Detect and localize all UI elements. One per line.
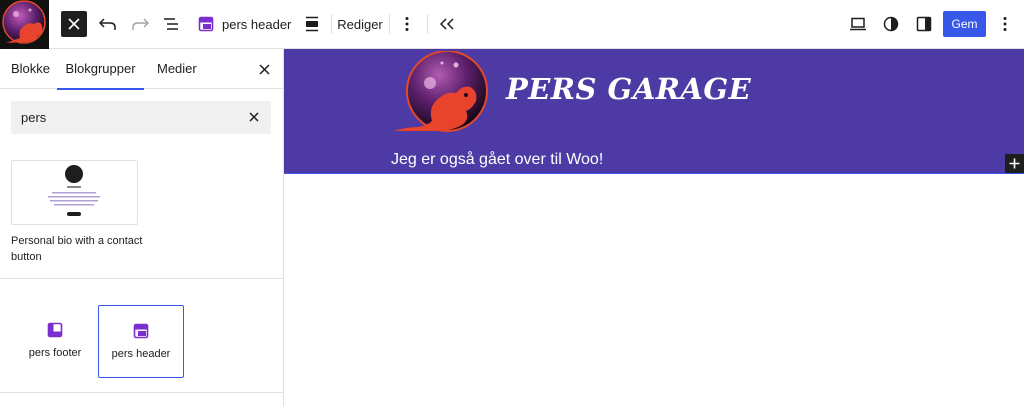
preview-button[interactable] (848, 10, 868, 38)
styles-icon (883, 16, 899, 32)
collapse-icon (440, 18, 454, 30)
header-template-part[interactable]: PERS GARAGE Jeg er også gået over til Wo… (284, 49, 1024, 174)
redo-button[interactable] (128, 10, 152, 38)
template-part-icon (198, 16, 214, 32)
settings-icon (916, 16, 932, 32)
document-title: pers header (222, 16, 292, 32)
search-input[interactable] (21, 101, 241, 134)
site-logo[interactable] (392, 51, 490, 135)
close-icon (68, 18, 80, 30)
block-align-button[interactable] (302, 10, 322, 38)
template-part-icon (47, 322, 63, 338)
template-part-pers-header[interactable]: pers header (98, 305, 184, 378)
settings-button[interactable] (914, 10, 934, 38)
site-title[interactable]: PERS GARAGE (506, 72, 751, 106)
list-view-button[interactable] (160, 10, 184, 38)
more-vertical-icon (1003, 17, 1007, 31)
block-options-button[interactable] (398, 10, 416, 38)
tab-patterns[interactable]: Blokgrupper (57, 49, 144, 90)
close-icon (258, 63, 270, 75)
styles-button[interactable] (882, 10, 900, 38)
redo-icon (132, 18, 149, 30)
section-divider (0, 278, 284, 279)
toolbar-divider (389, 14, 390, 34)
close-icon (249, 112, 259, 122)
block-inserter-panel: Blokke Blokgrupper Medier Personal bio w… (0, 49, 284, 406)
template-part-label: pers footer (28, 347, 82, 359)
list-view-icon (164, 18, 178, 30)
add-block-button[interactable] (1005, 154, 1024, 173)
clear-search-button[interactable] (247, 110, 261, 124)
plus-icon (1009, 158, 1020, 169)
editor-top-bar: pers header Rediger Gem (0, 0, 1024, 49)
pattern-preview[interactable] (11, 160, 138, 225)
edit-button[interactable]: Rediger (337, 10, 383, 38)
desktop-preview-icon (850, 17, 866, 31)
collapse-toolbar-button[interactable] (437, 10, 457, 38)
undo-icon (99, 18, 116, 30)
pattern-title: Personal bio with a contact button (11, 235, 143, 263)
pattern-thumbnail (48, 165, 100, 216)
save-button[interactable]: Gem (943, 11, 986, 37)
close-panel-button[interactable] (256, 61, 272, 77)
section-divider (0, 392, 284, 393)
options-menu-button[interactable] (996, 10, 1014, 38)
toolbar-divider (331, 14, 332, 34)
tab-media[interactable]: Medier (157, 49, 197, 89)
align-icon (306, 16, 318, 32)
toolbar-divider (427, 14, 428, 34)
tab-blocks[interactable]: Blokke (11, 49, 50, 89)
template-part-icon (133, 323, 149, 339)
site-icon[interactable] (0, 0, 49, 49)
template-part-label: pers header (111, 348, 171, 360)
inserter-tabs: Blokke Blokgrupper Medier (0, 49, 284, 90)
document-title-button[interactable]: pers header (198, 10, 294, 38)
undo-button[interactable] (96, 10, 120, 38)
more-vertical-icon (405, 17, 409, 31)
close-inserter-button[interactable] (61, 11, 87, 37)
editor-canvas: PERS GARAGE Jeg er også gået over til Wo… (284, 49, 1024, 406)
site-tagline[interactable]: Jeg er også gået over til Woo! (391, 151, 603, 169)
pattern-search (11, 101, 271, 134)
template-part-pers-footer[interactable]: pers footer (12, 305, 98, 378)
